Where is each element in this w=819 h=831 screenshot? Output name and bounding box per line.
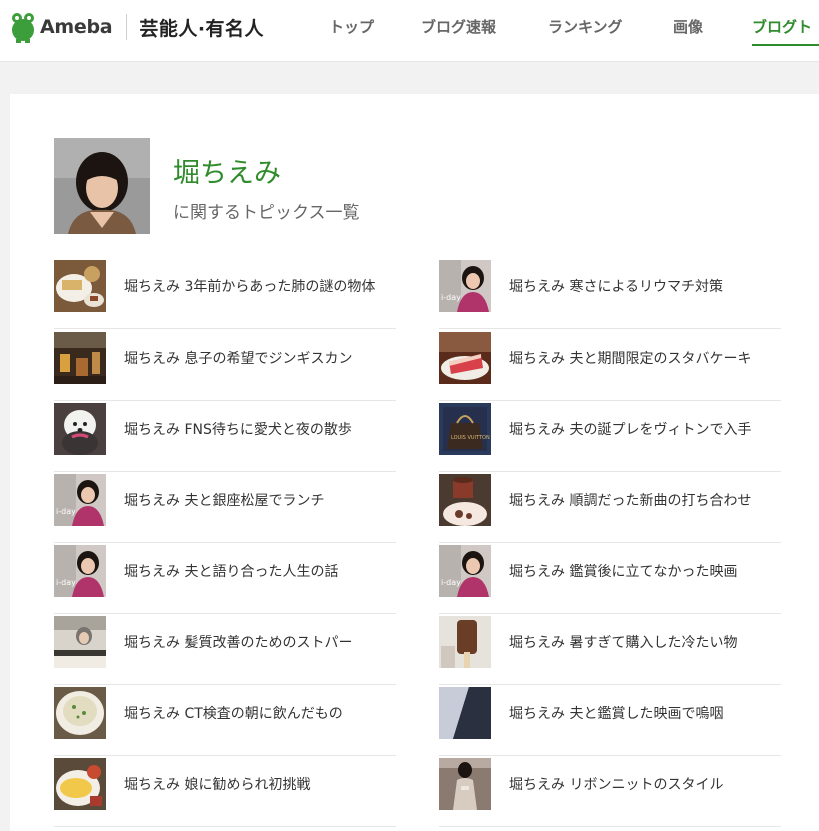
portrait-day-thumbnail[interactable]: i-day: [54, 545, 106, 597]
topic-item[interactable]: i-day 堀ちえみ 夫と語り合った人生の話: [54, 543, 396, 614]
topic-item[interactable]: 堀ちえみ 3年前からあった肺の謎の物体: [54, 258, 396, 329]
soup-bowl-thumbnail[interactable]: [54, 687, 106, 739]
site-header: Ameba 芸能人·有名人 トップ ブログ速報 ランキング 画像 ブログト: [0, 0, 819, 62]
topic-item[interactable]: 堀ちえみ 順調だった新曲の打ち合わせ: [439, 472, 781, 543]
nav-active-indicator: [752, 44, 819, 46]
svg-text:i-day: i-day: [441, 578, 461, 587]
nav-top[interactable]: トップ: [329, 16, 374, 37]
topic-title[interactable]: 堀ちえみ 寒さによるリウマチ対策: [509, 276, 723, 296]
svg-text:LOUIS VUITTON: LOUIS VUITTON: [451, 435, 490, 441]
topic-title[interactable]: 堀ちえみ 夫と鑑賞した映画で嗚咽: [509, 703, 723, 723]
topic-title[interactable]: 堀ちえみ 夫と語り合った人生の話: [124, 561, 338, 581]
topic-item[interactable]: 堀ちえみ 息子の希望でジンギスカン: [54, 330, 396, 401]
food-plate-thumbnail[interactable]: [54, 260, 106, 312]
topic-item[interactable]: i-day 堀ちえみ 夫と銀座松屋でランチ: [54, 472, 396, 543]
topic-item[interactable]: 堀ちえみ 暑すぎて購入した冷たい物: [439, 614, 781, 685]
topic-item[interactable]: 堀ちえみ 髪質改善のためのストパー: [54, 614, 396, 685]
logo-divider: [126, 14, 128, 40]
cake-thumbnail[interactable]: [439, 332, 491, 384]
brand-name: Ameba: [40, 16, 113, 38]
topic-item[interactable]: i-day 堀ちえみ 寒さによるリウマチ対策: [439, 258, 781, 329]
nav-blog-topics[interactable]: ブログト: [752, 16, 812, 37]
profile-photo[interactable]: [54, 138, 150, 234]
topic-title[interactable]: 堀ちえみ 順調だった新曲の打ち合わせ: [509, 490, 751, 510]
coffee-cup-thumbnail[interactable]: [439, 474, 491, 526]
topic-item[interactable]: 堀ちえみ CT検査の朝に飲んだもの: [54, 685, 396, 756]
white-dog-thumbnail[interactable]: [54, 403, 106, 455]
topic-title[interactable]: 堀ちえみ 息子の希望でジンギスカン: [124, 348, 352, 368]
svg-text:i-day: i-day: [56, 578, 76, 587]
svg-text:i-day: i-day: [56, 507, 76, 516]
topic-title[interactable]: 堀ちえみ 暑すぎて購入した冷たい物: [509, 632, 737, 652]
topic-title[interactable]: 堀ちえみ 夫と期間限定のスタバケーキ: [509, 348, 751, 368]
topic-item[interactable]: 堀ちえみ 夫と期間限定のスタバケーキ: [439, 330, 781, 401]
section-title: 芸能人·有名人: [139, 17, 265, 40]
topic-title[interactable]: 堀ちえみ 髪質改善のためのストパー: [124, 632, 352, 652]
salon-thumbnail[interactable]: [54, 616, 106, 668]
topic-title[interactable]: 堀ちえみ 娘に勧められ初挑戦: [124, 774, 310, 794]
topic-title[interactable]: 堀ちえみ 鑑賞後に立てなかった映画: [509, 561, 737, 581]
topic-item[interactable]: 堀ちえみ 娘に勧められ初挑戦: [54, 756, 396, 827]
profile-photo-icon: [54, 138, 150, 234]
topic-title[interactable]: 堀ちえみ 夫の誕プレをヴィトンで入手: [509, 419, 751, 439]
svg-text:i-day: i-day: [441, 293, 461, 302]
nav-ranking[interactable]: ランキング: [548, 16, 623, 37]
ice-bar-thumbnail[interactable]: [439, 616, 491, 668]
topic-title[interactable]: 堀ちえみ FNS待ちに愛犬と夜の散歩: [124, 419, 352, 439]
topic-item[interactable]: 堀ちえみ FNS待ちに愛犬と夜の散歩: [54, 401, 396, 472]
topic-item[interactable]: 堀ちえみ リボンニットのスタイル: [439, 756, 781, 827]
ameba-frog-icon: [12, 13, 34, 43]
topic-title[interactable]: 堀ちえみ リボンニットのスタイル: [509, 774, 723, 794]
profile-subtitle: に関するトピックス一覧: [173, 203, 360, 223]
topic-item[interactable]: LOUIS VUITTON 堀ちえみ 夫の誕プレをヴィトンで入手: [439, 401, 781, 472]
nav-blog-news[interactable]: ブログ速報: [421, 16, 496, 37]
bag-thumbnail[interactable]: LOUIS VUITTON: [439, 403, 491, 455]
topic-item[interactable]: 堀ちえみ 夫と鑑賞した映画で嗚咽: [439, 685, 781, 756]
topic-item[interactable]: i-day 堀ちえみ 鑑賞後に立てなかった映画: [439, 543, 781, 614]
portrait-day-thumbnail[interactable]: i-day: [439, 260, 491, 312]
profile-name[interactable]: 堀ちえみ: [173, 151, 281, 190]
omelette-plate-thumbnail[interactable]: [54, 758, 106, 810]
restaurant-thumbnail[interactable]: [54, 332, 106, 384]
topic-title[interactable]: 堀ちえみ 3年前からあった肺の謎の物体: [124, 276, 375, 296]
topic-title[interactable]: 堀ちえみ CT検査の朝に飲んだもの: [124, 703, 343, 723]
ameba-logo[interactable]: Ameba 芸能人·有名人: [10, 9, 264, 45]
outfit-thumbnail[interactable]: [439, 758, 491, 810]
portrait-day-thumbnail[interactable]: i-day: [54, 474, 106, 526]
cinema-thumbnail[interactable]: [439, 687, 491, 739]
portrait-day-thumbnail[interactable]: i-day: [439, 545, 491, 597]
topic-title[interactable]: 堀ちえみ 夫と銀座松屋でランチ: [124, 490, 324, 510]
nav-images[interactable]: 画像: [673, 16, 703, 37]
